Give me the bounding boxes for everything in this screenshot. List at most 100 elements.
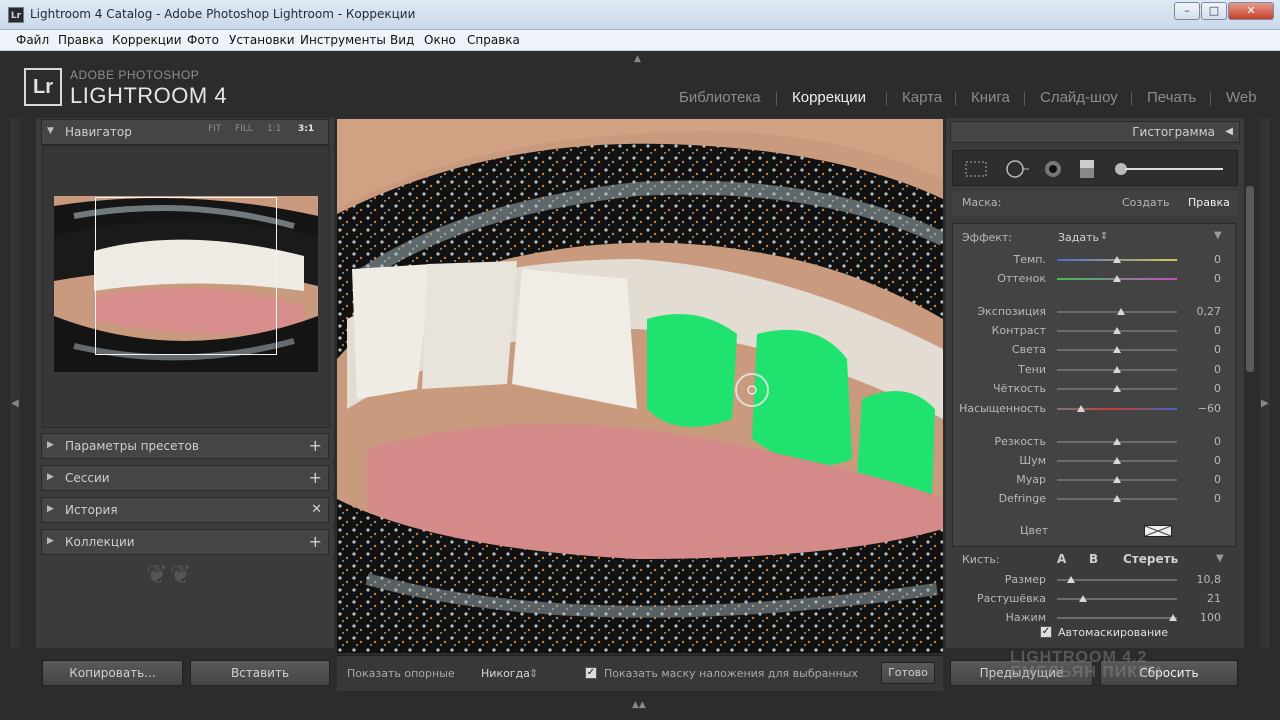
effect-slider-handle[interactable] [1113, 385, 1121, 392]
history-panel-header[interactable]: ▶ История ✕ [41, 497, 329, 523]
effect-slider-value[interactable]: 0 [1175, 272, 1221, 285]
navigator-view-rectangle[interactable] [95, 197, 277, 355]
chevron-updown-icon[interactable]: ⇕ [1100, 231, 1108, 242]
zoom-fill[interactable]: FILL [235, 124, 253, 134]
triangle-down-icon[interactable]: ▼ [1216, 553, 1224, 564]
triangle-down-icon[interactable]: ▼ [1214, 230, 1222, 241]
mask-edit-button[interactable]: Правка [1188, 196, 1230, 209]
effect-slider-handle[interactable] [1113, 275, 1121, 282]
add-snapshot-icon[interactable]: + [309, 468, 322, 487]
mask-label: Маска: [962, 196, 1002, 209]
effect-slider-value[interactable]: 0 [1175, 363, 1221, 376]
module-develop[interactable]: Коррекции [792, 89, 866, 106]
effect-slider-track[interactable] [1057, 408, 1177, 410]
menu-help[interactable]: Справка [467, 33, 520, 47]
brush-b-button[interactable]: B [1089, 552, 1098, 566]
main-photo-view[interactable] [337, 119, 943, 653]
menu-file[interactable]: Файл [16, 33, 49, 47]
menu-window[interactable]: Окно [424, 33, 456, 47]
effect-slider-handle[interactable] [1113, 366, 1121, 373]
close-button[interactable]: ✕ [1228, 2, 1274, 20]
effect-slider-handle[interactable] [1113, 346, 1121, 353]
brush-slider-value[interactable]: 21 [1175, 592, 1221, 605]
automask-checkbox[interactable]: ✓ [1040, 626, 1052, 638]
snapshots-panel-header[interactable]: ▶ Сессии + [41, 465, 329, 491]
copy-button[interactable]: Копировать... [42, 660, 183, 686]
mask-new-button[interactable]: Создать [1122, 196, 1170, 209]
collections-panel-header[interactable]: ▶ Коллекции + [41, 529, 329, 555]
effect-slider-value[interactable]: 0 [1175, 343, 1221, 356]
brush-slider-handle[interactable] [1067, 576, 1076, 583]
zoom-fit[interactable]: FIT [208, 124, 221, 134]
module-map[interactable]: Карта [902, 89, 942, 106]
menu-photo[interactable]: Фото [187, 33, 219, 47]
add-preset-icon[interactable]: + [309, 436, 322, 455]
effect-slider-value[interactable]: 0 [1175, 435, 1221, 448]
red-eye-icon[interactable] [1041, 159, 1067, 179]
effect-slider-handle[interactable] [1113, 438, 1121, 445]
zoom-1-1[interactable]: 1:1 [267, 124, 281, 134]
effect-slider-label: Тени [1018, 363, 1046, 376]
effect-slider-value[interactable]: 0 [1175, 473, 1221, 486]
module-divider [1024, 92, 1025, 106]
effect-slider-value[interactable]: −60 [1175, 402, 1221, 415]
presets-panel-header[interactable]: ▶ Параметры пресетов + [41, 433, 329, 459]
menu-tools[interactable]: Инструменты [300, 33, 386, 47]
effect-slider-value[interactable]: 0,27 [1175, 305, 1222, 318]
overlay-checkbox[interactable]: ✓ [585, 667, 597, 679]
right-panel-scrollbar[interactable] [1246, 186, 1254, 372]
add-collection-icon[interactable]: + [309, 532, 322, 551]
effect-slider-handle[interactable] [1113, 495, 1121, 502]
brush-slider-value[interactable]: 100 [1175, 611, 1221, 624]
navigator-header[interactable]: ▼ Навигатор [41, 119, 329, 145]
maximize-button[interactable]: □ [1201, 2, 1227, 20]
menu-settings[interactable]: Установки [229, 33, 295, 47]
menu-edit[interactable]: Правка [58, 33, 104, 47]
brush-slider-value[interactable]: 10,8 [1175, 573, 1222, 586]
adjustment-brush-icon[interactable] [1111, 159, 1231, 179]
menu-develop[interactable]: Коррекции [112, 33, 182, 47]
module-slideshow[interactable]: Слайд-шоу [1040, 89, 1118, 106]
done-button[interactable]: Готово [881, 662, 935, 684]
color-swatch-icon[interactable] [1144, 525, 1172, 537]
effect-slider-handle[interactable] [1113, 327, 1121, 334]
histogram-title: Гистограмма [1132, 125, 1215, 139]
paste-button[interactable]: Вставить [190, 660, 330, 686]
triangle-right-icon: ▶ [47, 440, 54, 450]
effect-slider-value[interactable]: 0 [1175, 324, 1221, 337]
top-panel-toggle-icon[interactable]: ▲ [634, 54, 641, 64]
clear-history-icon[interactable]: ✕ [311, 502, 322, 517]
right-panel-toggle[interactable]: ▶ [1260, 118, 1270, 648]
effect-slider-handle[interactable] [1113, 457, 1121, 464]
effect-slider-value[interactable]: 0 [1175, 382, 1221, 395]
bottom-panel-toggle-icon[interactable]: ▲▲ [632, 700, 646, 710]
show-pins-select[interactable]: Никогда [481, 667, 530, 680]
chevron-updown-icon[interactable]: ⇕ [529, 667, 538, 680]
effect-slider-value[interactable]: 0 [1175, 253, 1221, 266]
zoom-3-1[interactable]: 3:1 [298, 124, 314, 134]
effect-slider-handle[interactable] [1117, 308, 1126, 315]
effect-preset-select[interactable]: Задать [1058, 231, 1099, 244]
effect-slider-value[interactable]: 0 [1175, 492, 1221, 505]
module-web[interactable]: Web [1226, 89, 1257, 106]
graduated-filter-icon[interactable] [1075, 159, 1101, 179]
module-print[interactable]: Печать [1147, 89, 1196, 106]
left-panel-toggle[interactable]: ◀ [10, 118, 20, 648]
crop-tool-icon[interactable] [963, 159, 989, 179]
effect-slider-handle[interactable] [1077, 405, 1085, 412]
histogram-header[interactable]: Гистограмма ◀ [950, 121, 1240, 143]
effect-slider-handle[interactable] [1113, 476, 1121, 483]
module-book[interactable]: Книга [971, 89, 1010, 106]
brush-a-button[interactable]: A [1057, 552, 1066, 566]
brush-erase-button[interactable]: Стереть [1123, 552, 1178, 566]
brush-slider-track[interactable] [1057, 598, 1177, 600]
brush-slider-handle[interactable] [1079, 595, 1088, 602]
menu-view[interactable]: Вид [390, 33, 414, 47]
minimize-button[interactable]: – [1174, 2, 1200, 20]
effect-slider-value[interactable]: 0 [1175, 454, 1221, 467]
effect-slider-handle[interactable] [1113, 256, 1121, 263]
module-library[interactable]: Библиотека [679, 89, 761, 106]
spot-removal-icon[interactable] [1003, 159, 1029, 179]
effect-slider-label: Темп. [1013, 253, 1046, 266]
brush-slider-track[interactable] [1057, 617, 1177, 619]
